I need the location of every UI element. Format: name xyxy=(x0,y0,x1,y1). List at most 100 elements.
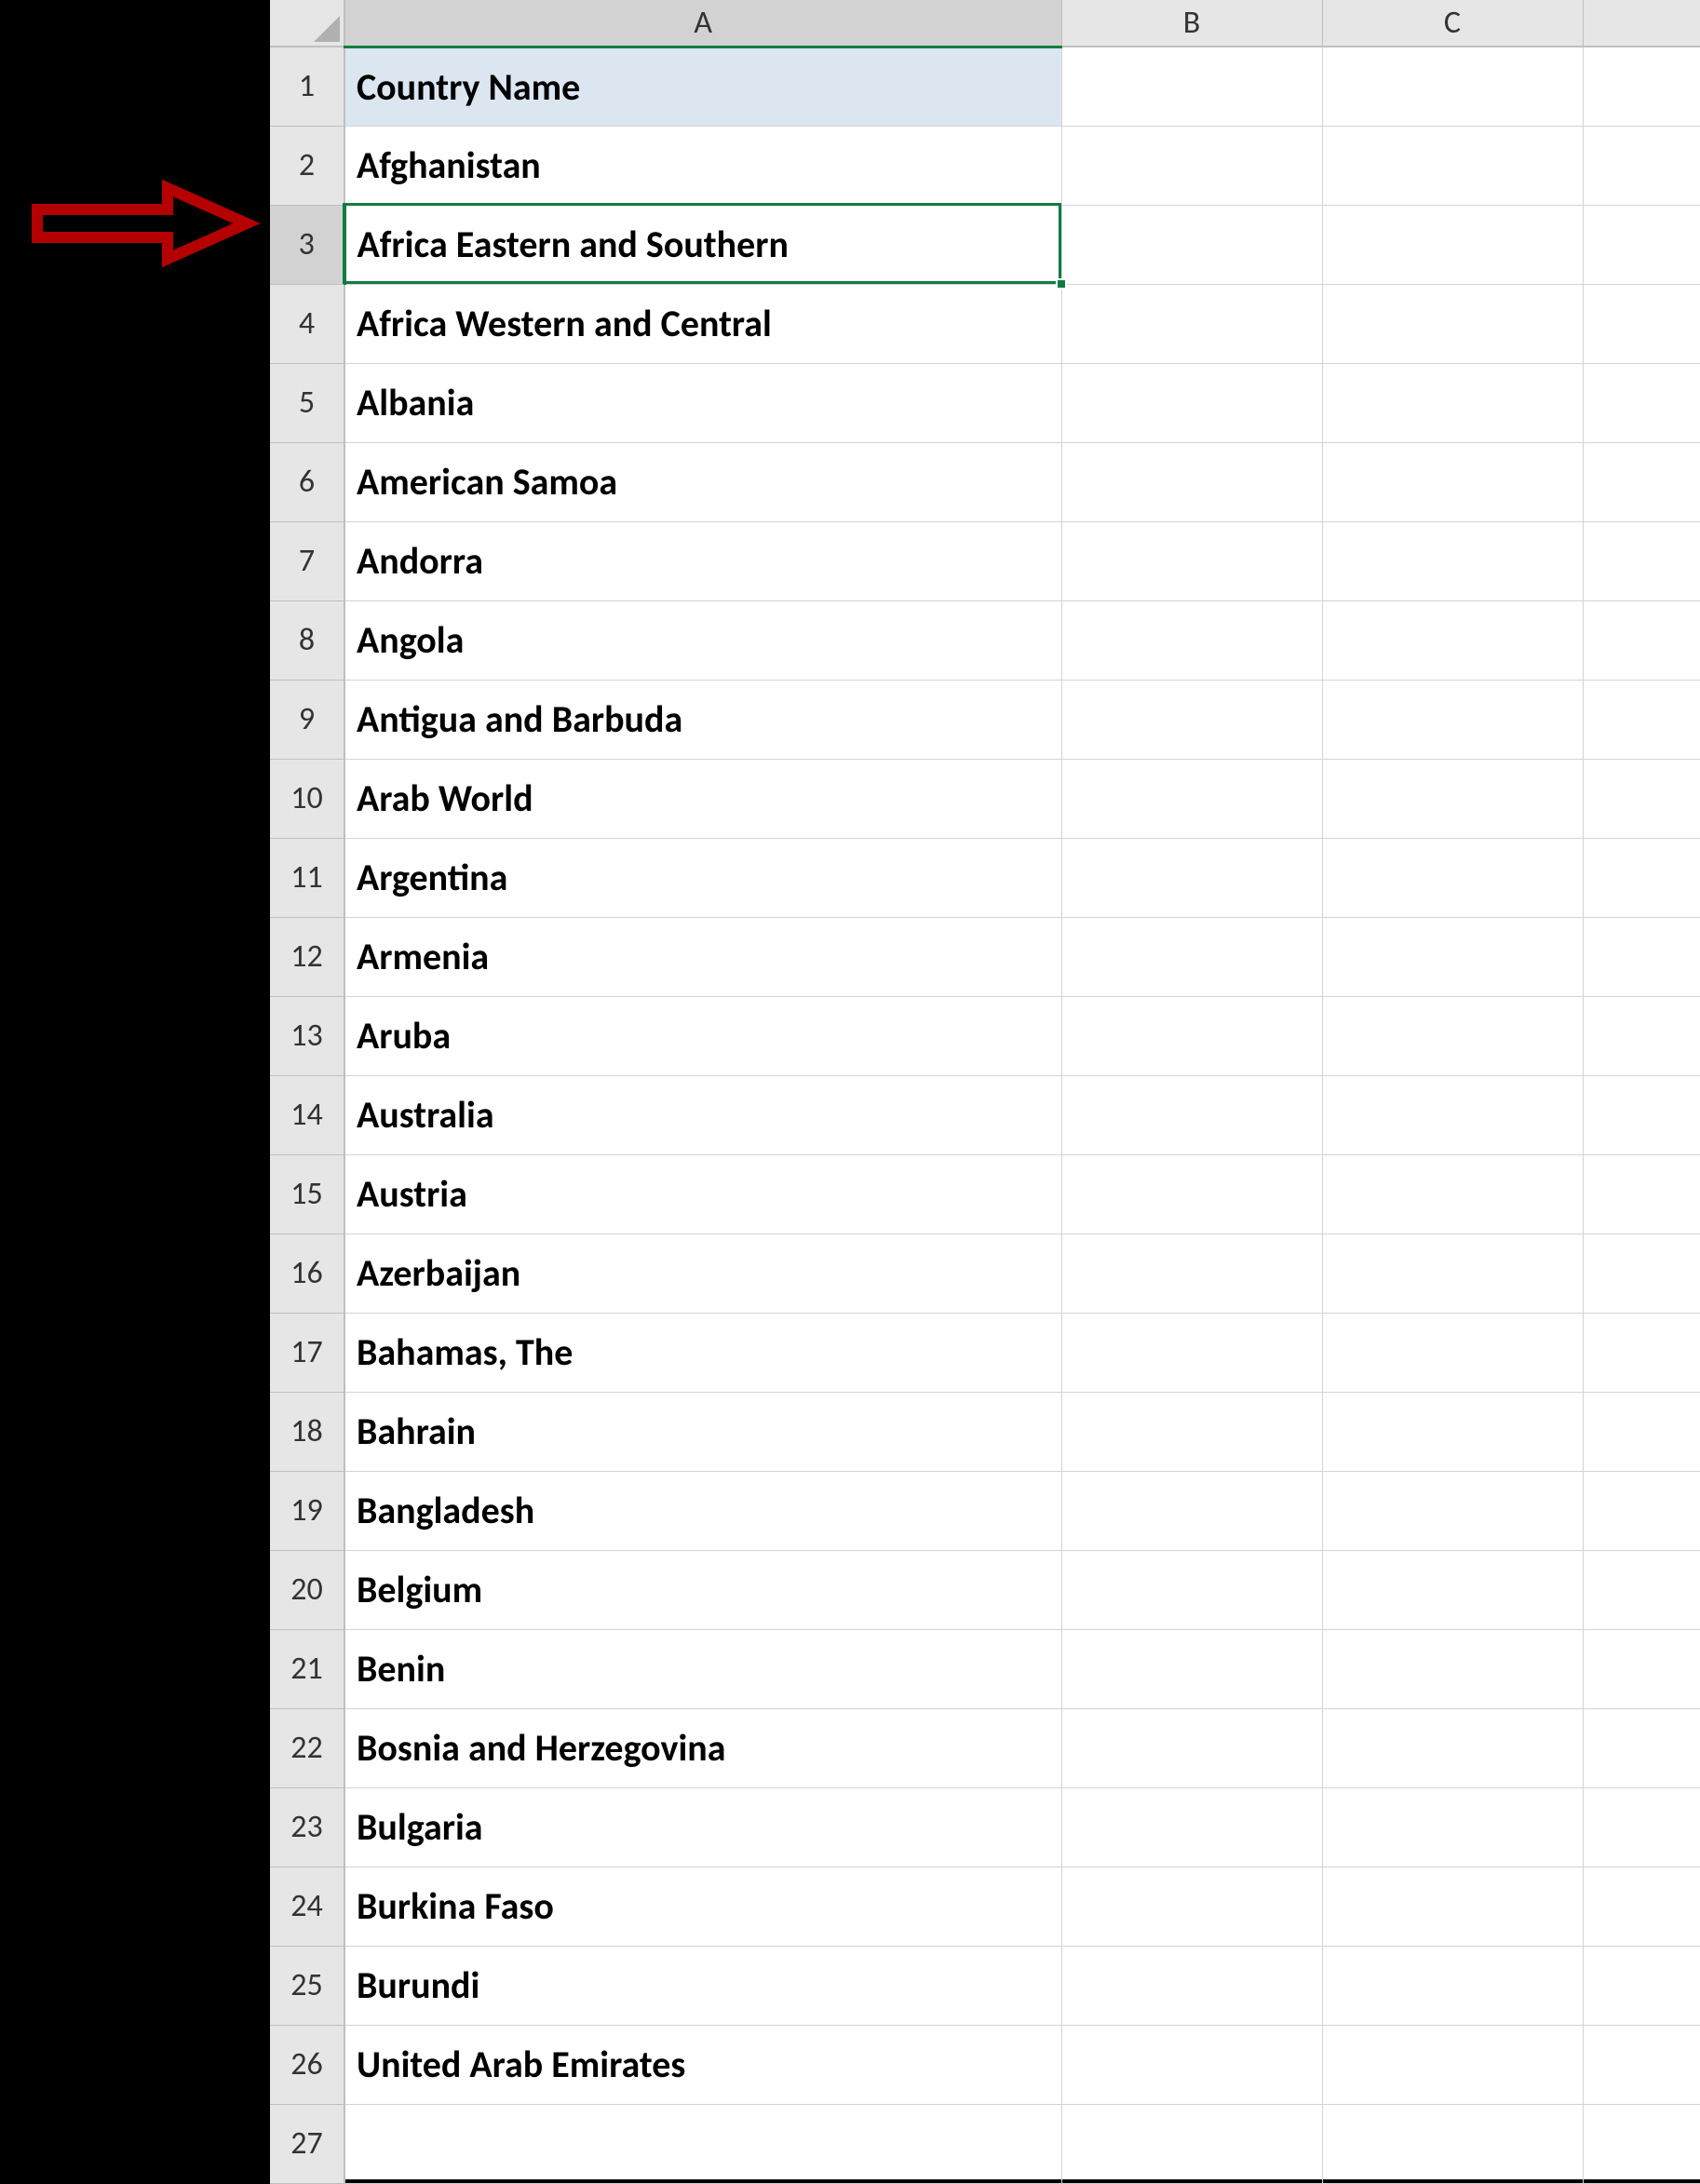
cell[interactable] xyxy=(1583,284,1700,363)
cell[interactable] xyxy=(1322,1629,1583,1708)
cell[interactable] xyxy=(1061,600,1322,680)
cell-a1[interactable]: Country Name xyxy=(344,47,1061,126)
cell[interactable]: Africa Western and Central xyxy=(344,284,1061,363)
row-header[interactable]: 18 xyxy=(270,1392,344,1471)
cell[interactable] xyxy=(1322,1154,1583,1234)
cell[interactable] xyxy=(1322,759,1583,838)
row-header[interactable]: 3 xyxy=(270,205,344,284)
row-header[interactable]: 13 xyxy=(270,996,344,1075)
cell[interactable] xyxy=(1061,2104,1322,2183)
cell[interactable] xyxy=(1061,1075,1322,1154)
cell[interactable] xyxy=(1322,2104,1583,2183)
cell[interactable] xyxy=(1061,680,1322,759)
cell[interactable]: Andorra xyxy=(344,521,1061,600)
cell[interactable] xyxy=(1583,600,1700,680)
row-header[interactable]: 12 xyxy=(270,917,344,996)
cell[interactable] xyxy=(1061,1867,1322,1946)
cell[interactable] xyxy=(1322,996,1583,1075)
cell[interactable]: Afghanistan xyxy=(344,126,1061,205)
row-header[interactable]: 25 xyxy=(270,1946,344,2025)
cell[interactable] xyxy=(1061,1787,1322,1867)
cell[interactable] xyxy=(1061,1234,1322,1313)
row-header[interactable]: 7 xyxy=(270,521,344,600)
cell[interactable] xyxy=(1583,1946,1700,2025)
row-header[interactable]: 5 xyxy=(270,363,344,442)
cell[interactable] xyxy=(1061,47,1322,126)
cell[interactable] xyxy=(1583,1787,1700,1867)
row-header[interactable]: 6 xyxy=(270,442,344,521)
cell[interactable] xyxy=(1061,1708,1322,1787)
cell[interactable] xyxy=(1322,1234,1583,1313)
cell[interactable]: Aruba xyxy=(344,996,1061,1075)
cell[interactable]: Bangladesh xyxy=(344,1471,1061,1550)
row-header[interactable]: 23 xyxy=(270,1787,344,1867)
cell[interactable] xyxy=(1322,1787,1583,1867)
column-header-a[interactable]: A xyxy=(344,0,1061,47)
cell[interactable] xyxy=(1583,1313,1700,1392)
spreadsheet-grid[interactable]: A B C 1Country Name2Afghanistan3Africa E… xyxy=(270,0,1700,2179)
cell[interactable] xyxy=(1322,2025,1583,2104)
row-header[interactable]: 8 xyxy=(270,600,344,680)
cell[interactable] xyxy=(1583,1629,1700,1708)
cell[interactable] xyxy=(1322,284,1583,363)
cell[interactable] xyxy=(1061,1946,1322,2025)
cell[interactable] xyxy=(1583,1075,1700,1154)
row-header[interactable]: 19 xyxy=(270,1471,344,1550)
cell[interactable] xyxy=(1583,205,1700,284)
cell[interactable] xyxy=(1583,838,1700,917)
cell[interactable] xyxy=(1061,521,1322,600)
cell[interactable] xyxy=(1061,1471,1322,1550)
cell[interactable]: Angola xyxy=(344,600,1061,680)
row-header[interactable]: 20 xyxy=(270,1550,344,1629)
cell[interactable]: Arab World xyxy=(344,759,1061,838)
cell[interactable]: Burundi xyxy=(344,1946,1061,2025)
cell[interactable] xyxy=(1583,759,1700,838)
cell[interactable] xyxy=(1583,363,1700,442)
cell[interactable] xyxy=(1061,205,1322,284)
cell[interactable] xyxy=(1061,1154,1322,1234)
cell[interactable] xyxy=(1322,47,1583,126)
cell[interactable] xyxy=(1322,1867,1583,1946)
cell[interactable]: American Samoa xyxy=(344,442,1061,521)
cell[interactable] xyxy=(1322,600,1583,680)
cell[interactable]: Austria xyxy=(344,1154,1061,1234)
cell[interactable]: Armenia xyxy=(344,917,1061,996)
cell[interactable]: Australia xyxy=(344,1075,1061,1154)
column-header-d[interactable] xyxy=(1583,0,1700,47)
cell[interactable] xyxy=(1322,1708,1583,1787)
cell[interactable]: Belgium xyxy=(344,1550,1061,1629)
row-header[interactable]: 22 xyxy=(270,1708,344,1787)
cell[interactable] xyxy=(1322,442,1583,521)
cell[interactable] xyxy=(344,2104,1061,2183)
row-header[interactable]: 17 xyxy=(270,1313,344,1392)
row-header[interactable]: 14 xyxy=(270,1075,344,1154)
cell[interactable] xyxy=(1583,1708,1700,1787)
row-header[interactable]: 1 xyxy=(270,47,344,126)
cell[interactable] xyxy=(1583,1471,1700,1550)
cell[interactable] xyxy=(1061,996,1322,1075)
cell[interactable] xyxy=(1061,363,1322,442)
cell[interactable]: Azerbaijan xyxy=(344,1234,1061,1313)
cell[interactable] xyxy=(1583,1234,1700,1313)
row-header[interactable]: 16 xyxy=(270,1234,344,1313)
row-header[interactable]: 24 xyxy=(270,1867,344,1946)
cell[interactable]: Burkina Faso xyxy=(344,1867,1061,1946)
cell[interactable] xyxy=(1583,47,1700,126)
cell[interactable] xyxy=(1583,996,1700,1075)
cell[interactable] xyxy=(1583,1392,1700,1471)
row-header[interactable]: 10 xyxy=(270,759,344,838)
cell[interactable] xyxy=(1583,521,1700,600)
cell[interactable]: Bulgaria xyxy=(344,1787,1061,1867)
cell[interactable] xyxy=(1583,2104,1700,2183)
cell[interactable] xyxy=(1322,1075,1583,1154)
cell[interactable] xyxy=(1061,1392,1322,1471)
cell[interactable] xyxy=(1322,680,1583,759)
row-header[interactable]: 21 xyxy=(270,1629,344,1708)
cell[interactable]: Albania xyxy=(344,363,1061,442)
row-header[interactable]: 26 xyxy=(270,2025,344,2104)
cell[interactable] xyxy=(1583,1550,1700,1629)
cell[interactable] xyxy=(1322,917,1583,996)
column-header-b[interactable]: B xyxy=(1061,0,1322,47)
cell[interactable] xyxy=(1583,680,1700,759)
cell[interactable] xyxy=(1583,2025,1700,2104)
